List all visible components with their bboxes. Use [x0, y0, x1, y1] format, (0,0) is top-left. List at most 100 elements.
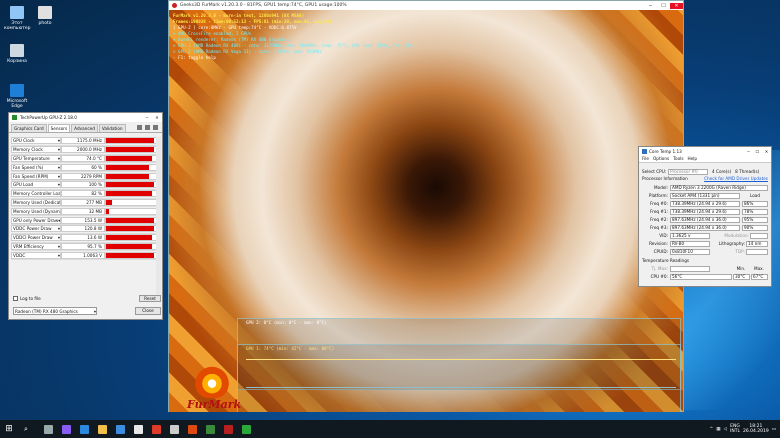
start-button[interactable]: ⊞ [0, 420, 18, 438]
taskbar-app-explorer[interactable] [96, 420, 109, 438]
sensor-graph [105, 242, 158, 250]
sensor-name[interactable]: GPU Clock ▾ [11, 137, 61, 145]
furmark-info-overlay: FurMark v1.20.3.0 - Burn-in test, 1280x9… [173, 13, 413, 61]
sensor-graph [105, 163, 158, 171]
log-to-file-label: Log to file [20, 296, 41, 301]
sensor-scrollbar[interactable] [156, 137, 161, 297]
load-heading: Load [749, 193, 760, 198]
taskbar-app-gpuz[interactable] [204, 420, 217, 438]
sensor-name[interactable]: Fan Speed (%) ▾ [11, 163, 61, 171]
sensor-name[interactable]: VDDCI Power Draw ▾ [11, 234, 61, 242]
cpu-temp-value: 56°C [670, 273, 732, 280]
coretemp-window[interactable]: Core Temp 1.13 ─ ☐ ✕ File Options Tools … [638, 146, 772, 287]
sensor-name[interactable]: VRM Efficiency ▾ [11, 242, 61, 250]
sensor-name[interactable]: VDDC Power Draw ▾ [11, 225, 61, 233]
minimize-icon[interactable]: ─ [744, 149, 753, 154]
tab-sensors[interactable]: Sensors [47, 124, 71, 132]
taskbar-app-settings[interactable] [168, 420, 181, 438]
close-icon[interactable]: ✕ [762, 149, 771, 154]
coretemp-titlebar[interactable]: Core Temp 1.13 ─ ☐ ✕ [639, 147, 771, 155]
sensor-row: GPU only Power Draw ▾ 153.5 W [11, 216, 158, 225]
taskbar-app-store[interactable] [114, 420, 127, 438]
sensor-name[interactable]: Memory Controller Load▾ [11, 190, 61, 198]
sensor-name[interactable]: Memory Used (Dedicated)▾ [11, 198, 61, 206]
tab-validation[interactable]: Validation [98, 124, 126, 132]
gpuz-titlebar[interactable]: TechPowerUp GPU-Z 2.18.0 ─ ✕ [9, 113, 162, 122]
furmark-titlebar[interactable]: Geeks3D FurMark v1.20.3.0 - 81FPS, GPU1 … [169, 1, 683, 10]
furmark-window[interactable]: Geeks3D FurMark v1.20.3.0 - 81FPS, GPU1 … [168, 0, 684, 412]
cpu-temp-max: 67°C [751, 273, 768, 280]
sensor-row: VDDC ▾ 1.0063 V [11, 251, 158, 261]
maximize-icon[interactable]: ☐ [753, 149, 762, 154]
tab-advanced[interactable]: Advanced [71, 124, 98, 132]
taskbar-app-furmark[interactable] [186, 420, 199, 438]
explorer-icon [98, 424, 107, 434]
chevron-down-icon: ▾ [57, 182, 60, 188]
search-button[interactable]: ⌕ [18, 420, 34, 438]
freq-value: 738.39MHz (24.94 x 29.6) [670, 208, 740, 215]
desktop-icon-photo[interactable]: photo [32, 6, 58, 26]
network-icon[interactable]: ▦ [716, 427, 720, 432]
store-icon [116, 424, 125, 434]
menu-help[interactable]: Help [688, 156, 698, 161]
tab-graphics-card[interactable]: Graphics Card [11, 124, 47, 132]
taskbar-app-yandex[interactable] [150, 420, 163, 438]
frequency-row: Freq #1: 738.39MHz (24.94 x 29.6) 78% [642, 208, 768, 215]
desktop-icon-this-pc[interactable]: Этот компьютер [4, 6, 31, 31]
sensor-name[interactable]: GPU Load ▾ [11, 181, 61, 189]
refresh-icon[interactable] [145, 125, 150, 130]
sensor-row: GPU Temperature ▾ 74.0 °C [11, 154, 158, 164]
desktop-icon-recycle-bin[interactable]: Корзина [4, 44, 30, 64]
taskbar-app-monitor[interactable] [240, 420, 253, 438]
cpuid-value: 0x810F10 [670, 248, 710, 255]
cores-count: 4 Core(s) [712, 169, 732, 174]
sensor-name[interactable]: VDDC ▾ [11, 251, 61, 259]
log-to-file-checkbox[interactable] [13, 296, 18, 301]
volume-icon[interactable]: ◁ [724, 427, 727, 432]
sensor-graph [105, 216, 158, 224]
gpuz-window[interactable]: TechPowerUp GPU-Z 2.18.0 ─ ✕ Graphics Ca… [8, 112, 163, 320]
taskbar-app-task-view[interactable] [42, 420, 55, 438]
processor-info-heading: Processor Information [642, 176, 688, 181]
taskbar-app-edge[interactable] [78, 420, 91, 438]
reset-button[interactable]: Reset [139, 295, 161, 302]
close-button[interactable]: Close [135, 307, 161, 315]
freq-label: Freq #1: [650, 209, 668, 214]
furmark-app-icon [172, 3, 177, 8]
close-icon[interactable]: ✕ [670, 2, 683, 9]
notifications-icon[interactable]: ▭ [772, 427, 776, 432]
menu-options[interactable]: Options [653, 156, 669, 161]
maximize-icon[interactable]: ☐ [657, 3, 670, 9]
taskbar-app-cortana[interactable] [60, 420, 73, 438]
freq-value: 897.63MHz (24.94 x 36.0) [670, 216, 740, 223]
driver-updates-link[interactable]: Check for AMD Driver Updates [704, 176, 768, 181]
language-indicator[interactable]: ENG INTL [730, 424, 740, 434]
camera-icon[interactable] [137, 125, 142, 130]
sensor-name[interactable]: GPU only Power Draw ▾ [11, 216, 61, 224]
menu-tools[interactable]: Tools [673, 156, 683, 161]
sensor-graph [105, 190, 158, 198]
sensor-value: 1.0063 V [61, 251, 105, 259]
desktop-icon-edge[interactable]: Microsoft Edge [4, 84, 30, 109]
cpu-select[interactable]: Processor #0 [668, 168, 708, 175]
yandex-icon [152, 424, 161, 434]
photo-icon [38, 6, 52, 19]
menu-file[interactable]: File [642, 156, 649, 161]
taskbar-app-mail[interactable] [132, 420, 145, 438]
taskbar-app-coretemp[interactable] [222, 420, 235, 438]
sensor-name[interactable]: GPU Temperature ▾ [11, 154, 61, 162]
clock[interactable]: 18:21 26.04.2019 [743, 424, 769, 435]
sensor-name[interactable]: Memory Clock ▾ [11, 146, 61, 154]
gpu1-temp-monitor: GPU 1: 74°C (min: 42°C - max: 80°C) [237, 344, 681, 412]
sensor-name[interactable]: Fan Speed (RPM) ▾ [11, 172, 61, 180]
tray-chevron-icon[interactable]: ^ [710, 427, 714, 432]
close-icon[interactable]: ✕ [152, 115, 162, 120]
gpu-select[interactable]: Radeon (TM) RX 480 Graphics ▾ [13, 307, 97, 315]
sensor-value: 60 % [61, 163, 105, 171]
sensor-name[interactable]: Memory Used (Dynamic)▾ [11, 207, 61, 215]
minimize-icon[interactable]: ─ [644, 3, 657, 9]
menu-icon[interactable] [153, 125, 158, 130]
desktop-icon-label: Microsoft Edge [6, 99, 28, 109]
edge-icon [80, 424, 89, 434]
minimize-icon[interactable]: ─ [142, 115, 152, 120]
